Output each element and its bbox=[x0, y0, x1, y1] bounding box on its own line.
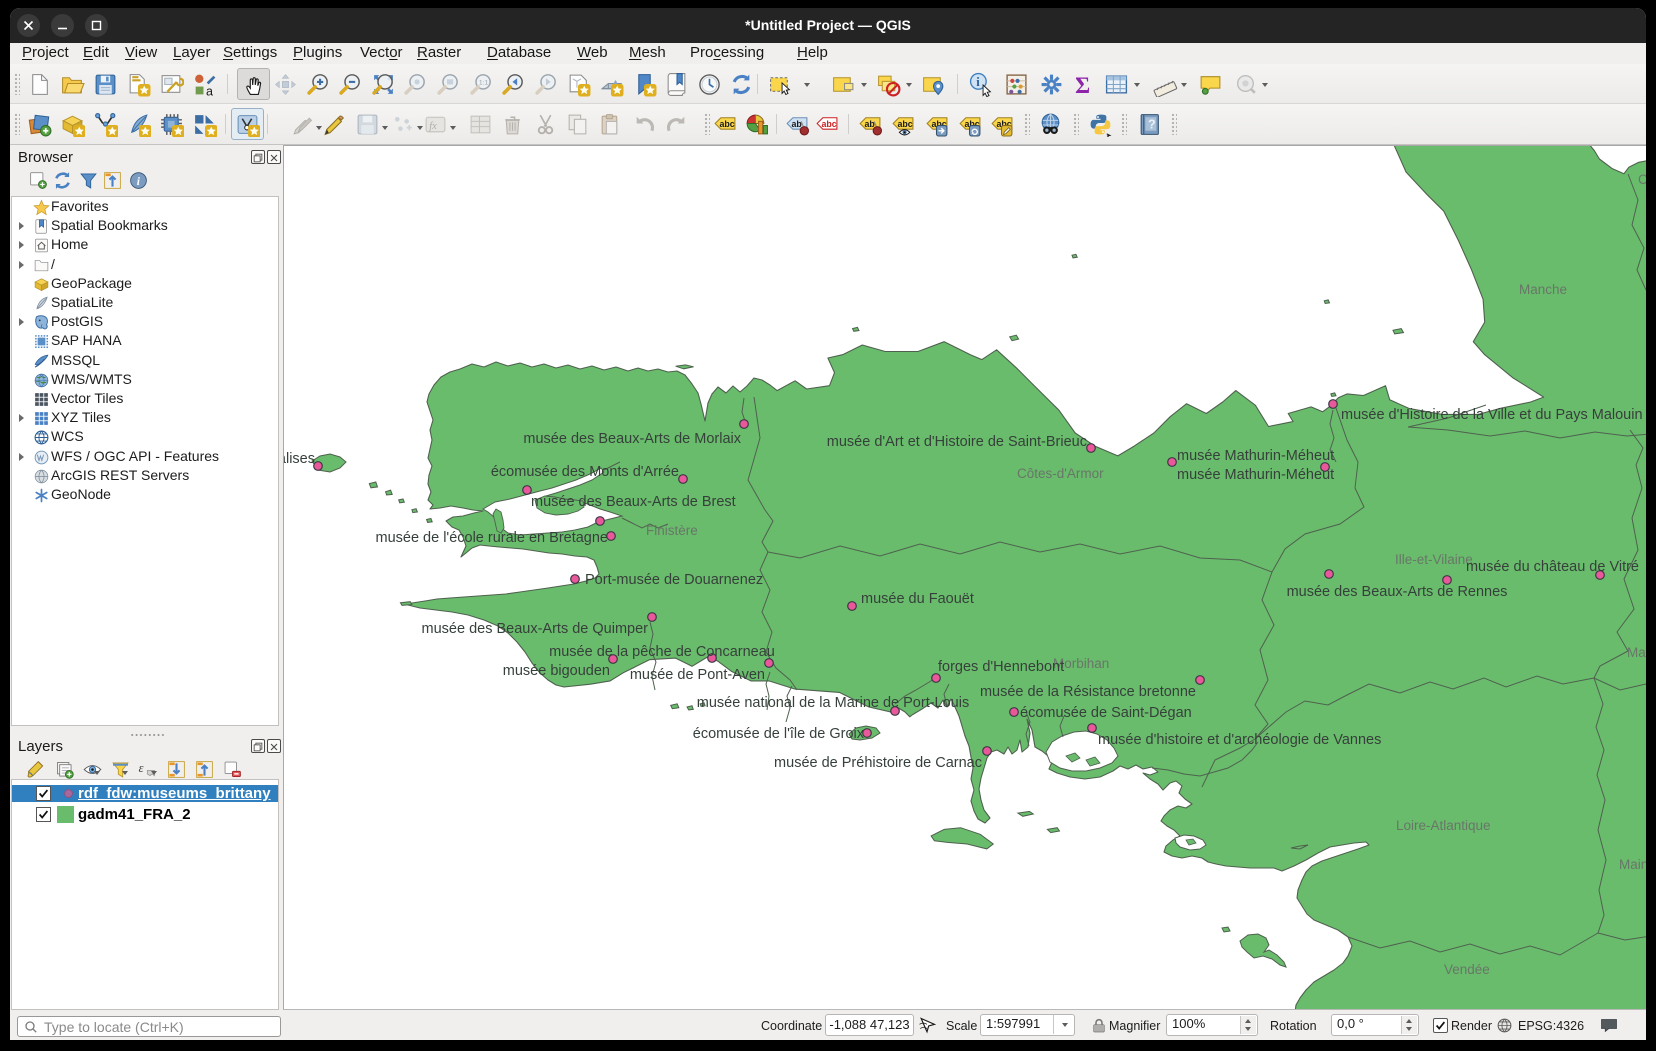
svg-text:abc: abc bbox=[898, 119, 913, 129]
svg-text:musée d'Art et d'Histoire de S: musée d'Art et d'Histoire de Saint-Brieu… bbox=[827, 434, 1087, 450]
svg-text:i: i bbox=[976, 75, 980, 89]
svg-text:Côtes-d'Armor: Côtes-d'Armor bbox=[1017, 466, 1104, 481]
svg-text:musée de la pêche de Concarnea: musée de la pêche de Concarneau bbox=[549, 644, 775, 660]
svg-text:Σ: Σ bbox=[1075, 73, 1090, 97]
svg-text:Finistère: Finistère bbox=[646, 523, 698, 538]
svg-text:musée d'Histoire de la Ville e: musée d'Histoire de la Ville et du Pays … bbox=[1341, 407, 1643, 423]
svg-text:musée des Beaux-Arts de Morlai: musée des Beaux-Arts de Morlaix bbox=[523, 431, 741, 447]
svg-text:musée Mathurin-Méheut: musée Mathurin-Méheut bbox=[1177, 448, 1334, 464]
svg-text:musée bigouden: musée bigouden bbox=[503, 663, 610, 679]
svg-text:Maine-et-Loire: Maine-et-Loire bbox=[1619, 857, 1646, 872]
svg-text:musée des Beaux-Arts de Brest: musée des Beaux-Arts de Brest bbox=[531, 494, 736, 510]
svg-text:musée du Faouët: musée du Faouët bbox=[861, 591, 974, 607]
svg-text:Calvados: Calvados bbox=[1638, 172, 1646, 187]
svg-text:musée du château de Vitré: musée du château de Vitré bbox=[1466, 559, 1639, 575]
svg-text:abc: abc bbox=[822, 119, 837, 129]
svg-text:musée d'histoire et d'archéolo: musée d'histoire et d'archéologie de Van… bbox=[1098, 732, 1381, 748]
svg-text:a: a bbox=[206, 84, 213, 97]
svg-text:1:1: 1:1 bbox=[478, 80, 488, 87]
svg-text:musée Mathurin-Méheut: musée Mathurin-Méheut bbox=[1177, 467, 1334, 483]
svg-text:Manche: Manche bbox=[1519, 282, 1567, 297]
svg-text:Ille-et-Vilaine: Ille-et-Vilaine bbox=[1395, 552, 1473, 567]
svg-text:ab: ab bbox=[865, 119, 876, 129]
svg-text:fx: fx bbox=[429, 121, 437, 132]
svg-text:musée national de la Marine de: musée national de la Marine de Port-Loui… bbox=[697, 695, 969, 711]
svg-text:musée des Beaux-Arts de Rennes: musée des Beaux-Arts de Rennes bbox=[1287, 584, 1508, 600]
svg-text:alises: alises bbox=[284, 451, 315, 467]
svg-text:Mayenne: Mayenne bbox=[1627, 645, 1646, 660]
svg-text:ab: ab bbox=[792, 119, 803, 129]
svg-text:écomusée de Saint-Dégan: écomusée de Saint-Dégan bbox=[1020, 705, 1192, 721]
svg-text:forges d'Hennebont: forges d'Hennebont bbox=[938, 659, 1064, 675]
svg-text:Port-musée de Douarnenez: Port-musée de Douarnenez bbox=[585, 572, 763, 588]
svg-text:abc: abc bbox=[720, 119, 735, 129]
svg-text:écomusée des Monts d'Arrée: écomusée des Monts d'Arrée bbox=[491, 464, 679, 480]
svg-text:musée de la Résistance bretonn: musée de la Résistance bretonne bbox=[980, 684, 1196, 700]
svg-text:ε: ε bbox=[139, 761, 144, 775]
svg-text:?: ? bbox=[1148, 118, 1156, 132]
svg-text:Vendée: Vendée bbox=[1444, 962, 1490, 977]
svg-text:musée de Pont-Aven: musée de Pont-Aven bbox=[630, 667, 765, 683]
svg-text:musée de Préhistoire de Carnac: musée de Préhistoire de Carnac bbox=[774, 755, 982, 771]
svg-text:Loire-Atlantique: Loire-Atlantique bbox=[1396, 818, 1491, 833]
svg-text:écomusée de l'île de Groix: écomusée de l'île de Groix bbox=[693, 726, 865, 742]
svg-text:musée des Beaux-Arts de Quimpe: musée des Beaux-Arts de Quimper bbox=[422, 621, 649, 637]
svg-text:musée de l'école rurale en Bre: musée de l'école rurale en Bretagne bbox=[376, 530, 609, 546]
